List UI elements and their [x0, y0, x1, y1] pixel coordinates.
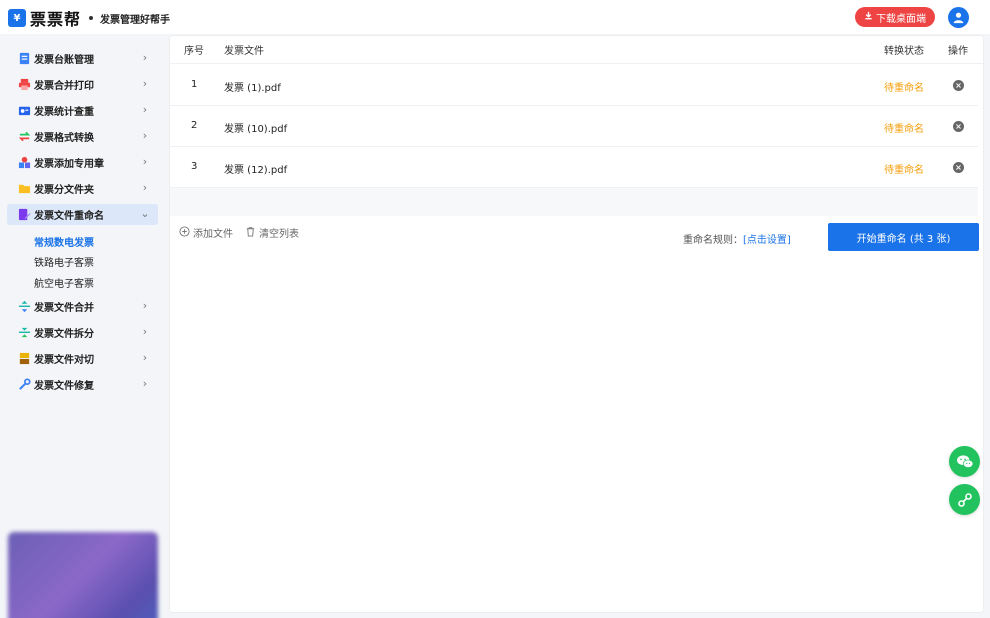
clear-list-button[interactable]: 清空列表 [245, 225, 299, 240]
row-index: 1 [191, 79, 198, 90]
sidebar-item-folder[interactable]: 发票分文件夹 › [7, 178, 158, 199]
user-icon [953, 12, 964, 24]
sub-item-air-ticket[interactable]: 航空电子客票 [34, 275, 94, 290]
row-index: 3 [191, 161, 198, 172]
delete-row-icon[interactable]: × [953, 80, 964, 91]
sidebar-item-label: 发票文件重命名 [34, 211, 104, 222]
sidebar-item-label: 发票统计查重 [34, 107, 94, 118]
chevron-right-icon: › [142, 51, 148, 64]
sidebar-item-label: 发票台账管理 [34, 55, 94, 66]
link-float-button[interactable] [949, 484, 980, 515]
chevron-right-icon: › [142, 129, 148, 142]
rename-icon [17, 208, 31, 222]
sidebar-item-file-cut[interactable]: 发票文件对切 › [7, 348, 158, 369]
row-file-name: 发票 (1).pdf [224, 83, 281, 94]
chevron-right-icon: › [142, 181, 148, 194]
table-row: 2 发票 (10).pdf 待重命名 × [170, 106, 978, 147]
sidebar-item-file-repair[interactable]: 发票文件修复 › [7, 374, 158, 395]
wechat-float-button[interactable] [949, 446, 980, 477]
row-status: 待重命名 [884, 165, 924, 176]
rename-rule-text: 重命名规则：[点击设置] [683, 231, 791, 246]
sidebar-item-file-merge[interactable]: 发票文件合并 › [7, 296, 158, 317]
ledger-icon [17, 52, 31, 66]
app-slogan: 发票管理好帮手 [100, 14, 171, 26]
delete-row-icon[interactable]: × [953, 162, 964, 173]
sidebar-item-stamp[interactable]: 发票添加专用章 › [7, 152, 158, 173]
sidebar: 发票台账管理 › 发票合并打印 › 发票统计查重 › 发票格式转换 › 发票添加… [0, 34, 165, 618]
trash-icon [245, 226, 256, 240]
sidebar-item-label: 发票文件拆分 [34, 329, 94, 340]
separator-dot [89, 16, 94, 20]
repair-icon [17, 378, 31, 392]
row-status: 待重命名 [884, 124, 924, 135]
promo-banner[interactable] [8, 532, 158, 618]
rename-rule-label: 重命名规则： [683, 235, 743, 246]
split-icon [17, 326, 31, 340]
chevron-right-icon: › [142, 103, 148, 116]
sub-item-railway-ticket[interactable]: 铁路电子客票 [34, 254, 94, 269]
stamp-icon [17, 156, 31, 170]
app-logo[interactable]: ¥ 票票帮 发票管理好帮手 [8, 6, 170, 30]
plus-circle-icon [179, 225, 190, 240]
sidebar-item-convert[interactable]: 发票格式转换 › [7, 126, 158, 147]
sidebar-item-label: 发票格式转换 [34, 133, 94, 144]
sidebar-item-ledger[interactable]: 发票台账管理 › [7, 48, 158, 69]
chevron-right-icon: › [142, 325, 148, 338]
chevron-down-icon: ⌄ [140, 207, 150, 220]
add-file-button[interactable]: 添加文件 [179, 225, 233, 240]
chevron-right-icon: › [142, 299, 148, 312]
sidebar-item-label: 发票文件合并 [34, 303, 94, 314]
row-index: 2 [191, 120, 198, 131]
delete-row-icon[interactable]: × [953, 121, 964, 132]
chevron-right-icon: › [142, 77, 148, 90]
clear-list-label: 清空列表 [259, 229, 299, 240]
sidebar-item-label: 发票分文件夹 [34, 185, 94, 196]
sub-item-regular-invoice[interactable]: 常规数电发票 [34, 234, 94, 249]
table-header: 序号 发票文件 转换状态 操作 [170, 36, 983, 64]
sidebar-item-rename[interactable]: 发票文件重命名 ⌄ [7, 204, 158, 225]
column-header-file: 发票文件 [224, 46, 264, 57]
sidebar-item-label: 发票合并打印 [34, 81, 94, 92]
sidebar-item-merge-print[interactable]: 发票合并打印 › [7, 74, 158, 95]
app-name: 票票帮 [30, 10, 82, 29]
wechat-icon [956, 454, 973, 468]
sidebar-item-stats[interactable]: 发票统计查重 › [7, 100, 158, 121]
column-header-action: 操作 [948, 46, 968, 57]
row-status: 待重命名 [884, 83, 924, 94]
download-desktop-button[interactable]: 下载桌面端 [855, 7, 935, 27]
ticket-logo-icon: ¥ [8, 9, 26, 27]
link-icon [957, 492, 972, 507]
cut-icon [17, 352, 31, 366]
table-row: 1 发票 (1).pdf 待重命名 × [170, 65, 978, 106]
sidebar-item-label: 发票添加专用章 [34, 159, 104, 170]
table-row: 3 发票 (12).pdf 待重命名 × [170, 147, 978, 188]
start-rename-button[interactable]: 开始重命名 (共 3 张) [828, 223, 979, 251]
table-spacer [170, 188, 978, 216]
chevron-right-icon: › [142, 377, 148, 390]
merge-icon [17, 300, 31, 314]
stats-icon [17, 104, 31, 118]
main-panel: 序号 发票文件 转换状态 操作 1 发票 (1).pdf 待重命名 × 2 发票… [170, 36, 983, 612]
sidebar-item-label: 发票文件修复 [34, 381, 94, 392]
sidebar-item-file-split[interactable]: 发票文件拆分 › [7, 322, 158, 343]
download-icon [864, 11, 873, 23]
column-header-status: 转换状态 [884, 46, 924, 57]
folder-icon [17, 182, 31, 196]
top-header: ¥ 票票帮 发票管理好帮手 下载桌面端 [0, 0, 990, 34]
row-file-name: 发票 (12).pdf [224, 165, 288, 176]
column-header-index: 序号 [184, 46, 204, 57]
sidebar-item-label: 发票文件对切 [34, 355, 94, 366]
row-file-name: 发票 (10).pdf [224, 124, 288, 135]
convert-icon [17, 130, 31, 144]
rename-rule-settings-link[interactable]: [点击设置] [743, 235, 791, 246]
add-file-label: 添加文件 [193, 229, 233, 240]
user-avatar[interactable] [948, 7, 969, 28]
download-label: 下载桌面端 [876, 13, 926, 25]
printer-icon [17, 78, 31, 92]
chevron-right-icon: › [142, 351, 148, 364]
chevron-right-icon: › [142, 155, 148, 168]
